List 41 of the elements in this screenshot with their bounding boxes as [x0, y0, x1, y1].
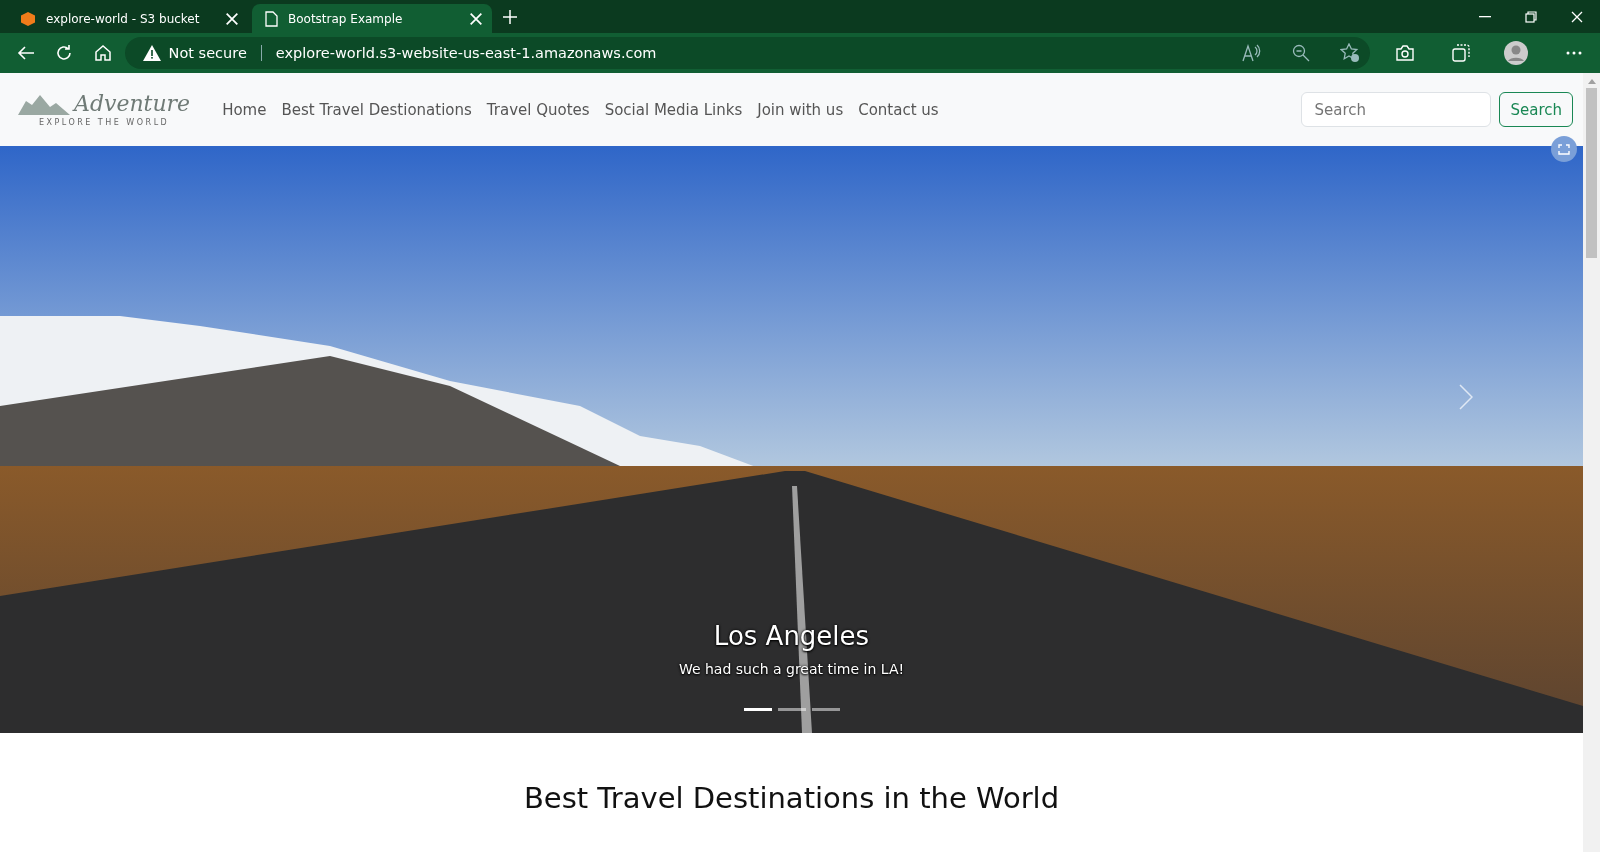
refresh-icon[interactable]	[55, 44, 74, 62]
scrollbar[interactable]	[1583, 73, 1600, 852]
more-icon[interactable]	[1565, 51, 1582, 55]
nav-link[interactable]: Home	[222, 100, 267, 119]
slide-caption: We had such a great time in LA!	[678, 661, 905, 677]
restore-icon[interactable]	[1525, 10, 1537, 23]
slide-title: Los Angeles	[713, 621, 870, 651]
profile-avatar-icon[interactable]	[1504, 41, 1529, 65]
url-text: explore-world.s3-website-us-east-1.amazonaws.com	[275, 45, 658, 61]
browser-tab[interactable]: explore-world - S3 bucket	[8, 4, 248, 33]
security-label[interactable]: Not secure	[168, 45, 247, 61]
minimize-icon[interactable]	[1479, 15, 1491, 18]
collections-icon[interactable]	[1451, 44, 1470, 62]
new-tab-icon[interactable]	[502, 8, 518, 25]
logo-text[interactable]: Adventure	[74, 92, 191, 115]
scrollbar-thumb[interactable]	[1586, 88, 1597, 258]
home-icon[interactable]	[93, 44, 112, 62]
page-icon	[264, 10, 278, 27]
warning-icon	[142, 45, 161, 61]
search-button[interactable]: Search	[1499, 92, 1573, 127]
nav-link[interactable]: Social Media Links	[604, 100, 743, 119]
close-icon[interactable]	[1571, 10, 1583, 23]
zoom-out-icon[interactable]	[1291, 44, 1310, 62]
back-icon[interactable]	[17, 45, 36, 61]
nav-link[interactable]: Contact us	[858, 100, 939, 119]
read-aloud-icon[interactable]	[1241, 44, 1262, 62]
logo-tagline: EXPLORE THE WORLD	[38, 117, 170, 127]
nav-link[interactable]: Join with us	[757, 100, 844, 119]
search-field[interactable]: Search	[1301, 92, 1492, 127]
cube-icon	[20, 10, 36, 27]
slide-indicator[interactable]	[743, 708, 772, 711]
address-bar[interactable]: Not secure explore-world.s3-website-us-east-1.amazonaws.com	[124, 37, 1370, 69]
section-heading: Best Travel Destinations in the World	[523, 781, 1060, 817]
nav-link[interactable]: Travel Quotes	[486, 100, 590, 119]
close-icon[interactable]	[468, 10, 484, 27]
browser-tab[interactable]: Bootstrap Example	[252, 4, 492, 33]
close-icon[interactable]	[224, 10, 240, 27]
slide-indicator[interactable]	[777, 708, 806, 711]
nav-link[interactable]: Best Travel Destionations	[281, 100, 472, 119]
camera-icon[interactable]	[1395, 44, 1416, 62]
favorite-star-icon[interactable]	[1339, 43, 1360, 63]
